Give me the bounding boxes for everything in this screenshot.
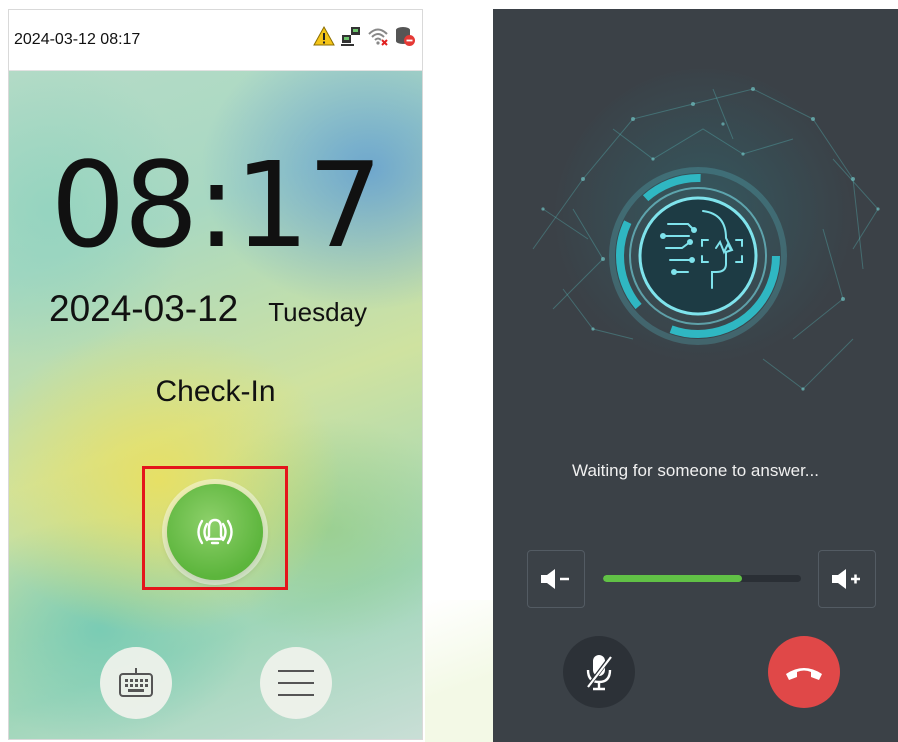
attendance-mode-label: Check-In xyxy=(155,375,276,408)
clock-date: 2024-03-12 xyxy=(49,288,239,329)
status-bar: 2024-03-12 08:17 xyxy=(9,10,422,71)
cloud-server-icon xyxy=(394,25,416,47)
device-home-screen: 2024-03-12 08:17 08:17 2024-03-12 Tuesda… xyxy=(8,9,423,740)
clock-weekday: Tuesday xyxy=(268,297,368,327)
call-status-message: Waiting for someone to answer... xyxy=(572,461,819,480)
hang-up-icon xyxy=(786,668,822,680)
warning-icon xyxy=(313,25,335,47)
status-icons xyxy=(313,25,416,47)
menu-icon xyxy=(278,670,314,696)
volume-up-button[interactable] xyxy=(818,550,876,608)
keyboard-icon xyxy=(119,668,153,697)
volume-slider[interactable] xyxy=(603,575,801,582)
wifi-disconnected-icon xyxy=(367,25,389,47)
date-row: 2024-03-12 Tuesday xyxy=(49,288,367,330)
volume-slider-fill xyxy=(603,575,742,582)
mute-button[interactable] xyxy=(563,636,635,708)
keyboard-button[interactable] xyxy=(100,647,172,719)
volume-down-icon xyxy=(541,569,569,589)
background-accent xyxy=(425,600,495,742)
doorbell-button[interactable] xyxy=(167,484,263,580)
menu-button[interactable] xyxy=(260,647,332,719)
status-datetime: 2024-03-12 08:17 xyxy=(14,31,141,48)
volume-down-button[interactable] xyxy=(527,550,585,608)
network-icon xyxy=(340,25,362,47)
volume-up-icon xyxy=(832,569,860,589)
intercom-call-screen: Waiting for someone to answer... xyxy=(493,9,898,742)
mute-microphone-icon xyxy=(585,653,614,691)
hang-up-button[interactable] xyxy=(768,636,840,708)
clock-time: 08:17 xyxy=(50,136,382,274)
doorbell-icon xyxy=(197,518,233,545)
face-recognition-graphic xyxy=(609,167,787,345)
